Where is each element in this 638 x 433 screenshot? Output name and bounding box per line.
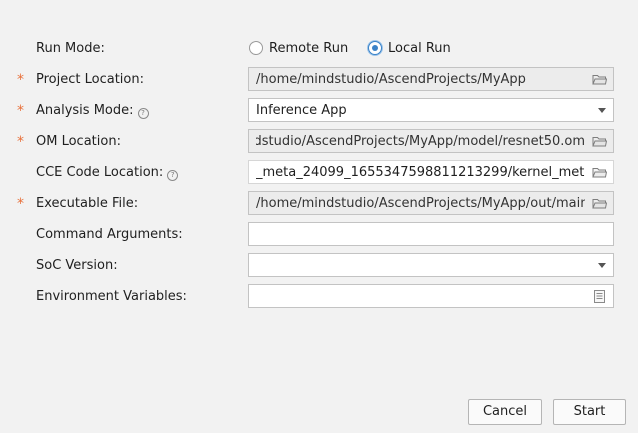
remote-run-radio-circle[interactable] — [249, 41, 263, 55]
analysis-mode-label: Analysis Mode:? — [36, 102, 149, 120]
cce-code-location-label: CCE Code Location:? — [36, 164, 179, 182]
om-location-field[interactable]: /home/mindstudio/AscendProjects/MyApp/mo… — [248, 129, 614, 153]
executable-file-value: /home/mindstudio/AscendProjects/MyApp/ou… — [256, 196, 585, 211]
run-mode-label: Run Mode: — [36, 41, 105, 56]
local-run-radio-circle[interactable] — [368, 41, 382, 55]
soc-version-select[interactable] — [248, 253, 614, 277]
required-marker: * — [17, 134, 24, 150]
executable-file-field[interactable]: /home/mindstudio/AscendProjects/MyApp/ou… — [248, 191, 614, 215]
required-marker: * — [17, 103, 24, 119]
help-icon[interactable]: ? — [137, 108, 149, 119]
command-arguments-input[interactable] — [248, 222, 614, 246]
analysis-mode-select[interactable]: Inference App — [248, 98, 614, 122]
chevron-down-icon[interactable] — [598, 108, 606, 113]
soc-version-label: SoC Version: — [36, 258, 118, 273]
command-arguments-label: Command Arguments: — [36, 227, 183, 242]
cancel-button[interactable]: Cancel — [468, 399, 542, 425]
folder-icon[interactable] — [592, 198, 607, 209]
folder-icon[interactable] — [592, 167, 607, 178]
project-location-label: Project Location: — [36, 72, 144, 87]
start-button[interactable]: Start — [553, 399, 626, 425]
environment-variables-input[interactable] — [248, 284, 614, 308]
cce-code-location-value[interactable]: _meta_24099_1655347598811213299/kernel_m… — [256, 164, 585, 181]
chevron-down-icon[interactable] — [598, 263, 606, 268]
om-location-value: /home/mindstudio/AscendProjects/MyApp/mo… — [256, 134, 585, 149]
required-marker: * — [17, 72, 24, 88]
analysis-mode-label-text: Analysis Mode: — [36, 103, 134, 118]
folder-icon[interactable] — [592, 74, 607, 85]
remote-run-label[interactable]: Remote Run — [269, 40, 348, 58]
help-icon[interactable]: ? — [167, 170, 179, 181]
project-location-field[interactable]: /home/mindstudio/AscendProjects/MyApp — [248, 67, 614, 91]
executable-file-label: Executable File: — [36, 196, 139, 211]
cce-code-location-label-text: CCE Code Location: — [36, 165, 164, 180]
folder-icon[interactable] — [592, 136, 607, 147]
local-run-label[interactable]: Local Run — [388, 40, 451, 58]
required-marker: * — [17, 196, 24, 212]
cce-code-location-field[interactable]: _meta_24099_1655347598811213299/kernel_m… — [248, 160, 614, 184]
project-location-value: /home/mindstudio/AscendProjects/MyApp — [256, 72, 526, 87]
document-icon[interactable] — [594, 290, 605, 303]
om-location-value-wrap: /home/mindstudio/AscendProjects/MyApp/mo… — [256, 133, 585, 150]
analysis-mode-value: Inference App — [256, 103, 347, 118]
om-location-label: OM Location: — [36, 134, 121, 149]
environment-variables-label: Environment Variables: — [36, 289, 187, 304]
